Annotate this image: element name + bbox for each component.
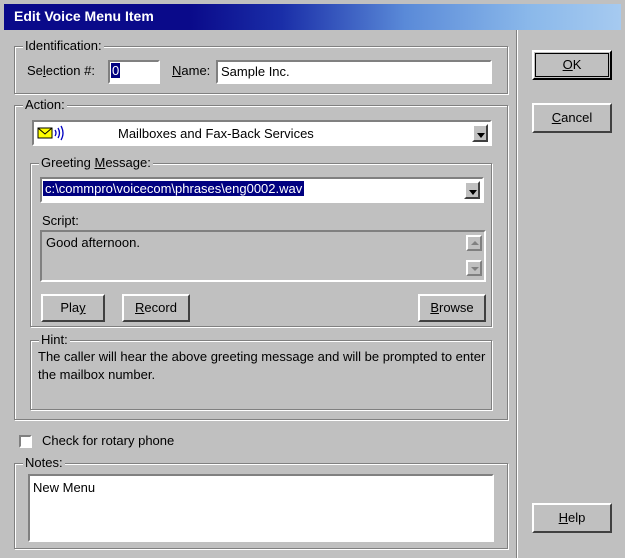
dialog-window: Edit Voice Menu Item Identification: Sel…: [0, 0, 625, 558]
cancel-button[interactable]: Cancel: [532, 103, 612, 133]
notes-legend: Notes:: [23, 455, 65, 470]
title-bar[interactable]: Edit Voice Menu Item: [4, 4, 621, 30]
script-scroll-down-button[interactable]: [466, 260, 482, 276]
action-selected: Mailboxes and Fax-Back Services: [118, 126, 314, 141]
greeting-dropdown-arrow[interactable]: [464, 181, 480, 199]
selection-input[interactable]: 0: [108, 60, 160, 84]
name-value: Sample Inc.: [221, 64, 290, 79]
greeting-file-combobox[interactable]: c:\commpro\voicecom\phrases\eng0002.wav: [40, 177, 484, 203]
record-button[interactable]: Record: [122, 294, 190, 322]
notes-textarea[interactable]: New Menu: [28, 474, 494, 542]
name-input[interactable]: Sample Inc.: [216, 60, 492, 84]
greeting-legend: Greeting Message:: [39, 155, 153, 170]
selection-label: Selection #:: [27, 63, 95, 78]
action-legend: Action:: [23, 97, 67, 112]
mailbox-sound-icon: [37, 125, 67, 141]
action-combobox[interactable]: Mailboxes and Fax-Back Services: [32, 120, 492, 146]
script-textarea[interactable]: Good afternoon.: [40, 230, 486, 282]
ok-button[interactable]: OK: [532, 50, 612, 80]
notes-text: New Menu: [33, 480, 96, 495]
browse-button[interactable]: Browse: [418, 294, 486, 322]
selection-value: 0: [111, 63, 121, 78]
greeting-file-value: c:\commpro\voicecom\phrases\eng0002.wav: [43, 181, 305, 196]
hint-text: The caller will hear the above greeting …: [38, 349, 486, 382]
action-dropdown-arrow[interactable]: [472, 124, 488, 142]
panel-divider: [516, 30, 518, 558]
name-label: Name:: [172, 63, 211, 78]
rotary-label[interactable]: Check for rotary phone: [42, 433, 174, 448]
rotary-checkbox[interactable]: [19, 435, 32, 448]
window-title: Edit Voice Menu Item: [14, 8, 154, 24]
hint-legend: Hint:: [39, 332, 70, 347]
script-label: Script:: [42, 213, 79, 228]
help-button[interactable]: Help: [532, 503, 612, 533]
identification-legend: Identification:: [23, 38, 104, 53]
script-scroll-up-button[interactable]: [466, 235, 482, 251]
script-text: Good afternoon.: [46, 235, 140, 250]
play-button[interactable]: Play: [41, 294, 105, 322]
